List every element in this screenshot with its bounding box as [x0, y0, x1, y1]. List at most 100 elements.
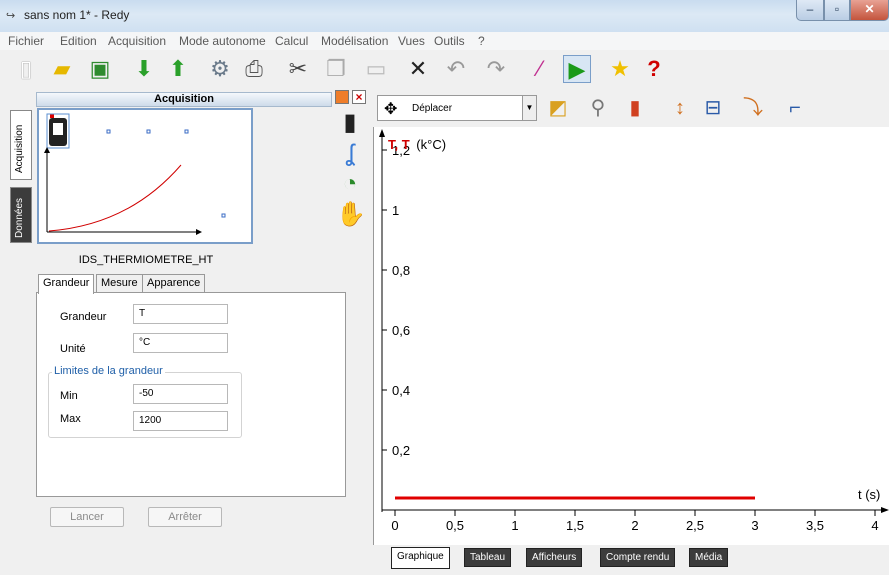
temperature-chart: 0,20,40,60,811,2 0 0,5 1 1,5 2 2,5 3 3,5 4 T, T …: [379, 129, 889, 533]
menu-bar: Fichier Edition Acquisition Mode autonom…: [0, 32, 889, 50]
bar-chart-icon[interactable]: ▮: [622, 95, 648, 121]
unite-label: Unité: [60, 343, 86, 355]
cut-icon[interactable]: ✂: [284, 55, 312, 83]
panel-close-button[interactable]: ×: [352, 90, 366, 104]
favorite-star-icon[interactable]: ★: [606, 55, 634, 83]
data-point-marker: [184, 129, 189, 134]
import-icon[interactable]: ⬇: [130, 55, 158, 83]
y-tick-label: 0,6: [392, 323, 410, 338]
max-input[interactable]: 1200: [133, 411, 228, 431]
x-tick-label: 1,5: [566, 518, 584, 533]
data-point-marker: [146, 129, 151, 134]
x-tick-label: 0: [391, 518, 398, 533]
print-icon[interactable]: ⎙: [240, 55, 268, 83]
y-axis-title-variables: T, T: [388, 137, 410, 152]
arreter-button[interactable]: Arrêter: [148, 507, 222, 527]
max-label: Max: [60, 413, 81, 425]
y-tick-label: 0,8: [392, 263, 410, 278]
y-axis-title-unit: (k°C): [416, 137, 446, 152]
tab-graphique[interactable]: Graphique: [391, 547, 450, 569]
y-tick-label: 1: [392, 203, 399, 218]
curve-preview: [48, 164, 182, 232]
tangent-icon[interactable]: ⤵: [740, 95, 766, 121]
panel-header: Acquisition: [36, 92, 332, 107]
x-tick-label: 1: [511, 518, 518, 533]
close-button[interactable]: ✕: [850, 0, 889, 21]
panel-float-button[interactable]: [335, 90, 349, 104]
x-tick-label: 0,5: [446, 518, 464, 533]
crop-icon[interactable]: ⌐: [782, 95, 808, 121]
min-label: Min: [60, 390, 78, 402]
y-tick-label: 0,4: [392, 383, 410, 398]
sensor-preview[interactable]: [37, 108, 253, 244]
data-point-marker: [221, 213, 226, 218]
menu-acquisition[interactable]: Acquisition: [108, 34, 166, 48]
menu-edition[interactable]: Edition: [60, 34, 97, 48]
mode-dropdown[interactable]: ✥ Déplacer ▼: [377, 95, 537, 121]
tab-apparence[interactable]: Apparence: [142, 274, 206, 293]
unite-input[interactable]: °C: [133, 333, 228, 353]
menu-modelisation[interactable]: Modélisation: [321, 34, 388, 48]
menu-help[interactable]: ?: [478, 34, 485, 48]
graph-area[interactable]: 0,2 0,4 0,6 0,8 1 1,2 0 0,5 1 1,5 2 2,5 3 3,5 4 T, T …: [373, 127, 889, 545]
tab-grandeur[interactable]: Grandeur: [38, 274, 95, 294]
redo-icon[interactable]: ↷: [482, 55, 510, 83]
tab-compte-rendu[interactable]: Compte rendu: [600, 548, 676, 567]
grandeur-input[interactable]: T: [133, 304, 228, 324]
tab-acquisition-vertical[interactable]: Acquisition: [10, 110, 32, 180]
maximize-icon: ▫: [834, 2, 840, 16]
min-input[interactable]: -50: [133, 384, 228, 404]
vertical-scale-icon[interactable]: ↕: [667, 95, 693, 121]
x-tick-label: 2,5: [686, 518, 704, 533]
minimize-button[interactable]: –: [796, 0, 824, 21]
tab-acquisition-label: Acquisition: [14, 124, 25, 173]
menu-vues[interactable]: Vues: [398, 34, 425, 48]
grandeur-label: Grandeur: [60, 311, 107, 323]
menu-outils[interactable]: Outils: [434, 34, 465, 48]
play-icon[interactable]: ▶: [563, 55, 591, 83]
delete-icon[interactable]: ✕: [404, 55, 432, 83]
tab-donnees-vertical[interactable]: Données: [10, 187, 32, 243]
lancer-button[interactable]: Lancer: [50, 507, 124, 527]
x-tick-label: 3: [751, 518, 758, 533]
share-icon[interactable]: ⚙: [206, 55, 234, 83]
tab-mesure[interactable]: Mesure: [96, 274, 143, 293]
wand-icon[interactable]: ⁄: [526, 55, 554, 83]
tab-tableau[interactable]: Tableau: [464, 548, 512, 567]
x-tick-label: 4: [871, 518, 878, 533]
chevron-down-icon[interactable]: ▼: [522, 96, 536, 120]
new-file-icon[interactable]: ▯: [12, 55, 40, 83]
export-icon[interactable]: ⬆: [164, 55, 192, 83]
menu-mode-autonome[interactable]: Mode autonome: [179, 34, 266, 48]
hand-stop-icon[interactable]: ✋: [336, 200, 366, 229]
menu-calcul[interactable]: Calcul: [275, 34, 308, 48]
undo-icon[interactable]: ↶: [442, 55, 470, 83]
device-icon[interactable]: ▮: [336, 108, 364, 137]
tab-media[interactable]: Média: [689, 548, 729, 567]
window-title: sans nom 1* - Redy: [24, 8, 130, 22]
y-axis-title: T, T (k°C): [388, 137, 446, 152]
minimize-icon: –: [806, 2, 814, 16]
maximize-button[interactable]: ▫: [824, 0, 850, 21]
split-view-icon[interactable]: ⊟: [700, 95, 726, 121]
y-tick-label: 0,2: [392, 443, 410, 458]
menu-fichier[interactable]: Fichier: [8, 34, 44, 48]
app-icon: ↪: [6, 10, 16, 22]
y-axis-arrow: [379, 129, 385, 137]
x-tick-label: 3,5: [806, 518, 824, 533]
open-folder-icon[interactable]: ▰: [48, 55, 76, 83]
copy-icon[interactable]: ❐: [322, 55, 350, 83]
timer-icon[interactable]: ◔: [336, 170, 364, 198]
close-icon: ✕: [864, 2, 875, 16]
help-icon[interactable]: ?: [640, 55, 668, 83]
tab-afficheurs[interactable]: Afficheurs: [526, 548, 583, 567]
zoom-icon[interactable]: ⚲: [585, 95, 611, 121]
probe-cable-icon[interactable]: ʆ: [336, 140, 364, 168]
axes-3d-icon[interactable]: ◩: [545, 95, 571, 121]
tab-donnees-label: Données: [14, 197, 25, 238]
data-point-marker: [106, 129, 111, 134]
main-toolbar: ▯ ▰ ▣ ⬇ ⬆ ⚙ ⎙ ✂ ❐ ▭ ✕ ↶ ↷ ⁄ ▶ ★ ?: [0, 50, 889, 88]
paste-icon[interactable]: ▭: [362, 55, 390, 83]
save-icon[interactable]: ▣: [86, 55, 114, 83]
sensor-name: IDS_THERMIOMETRE_HT: [78, 254, 214, 266]
